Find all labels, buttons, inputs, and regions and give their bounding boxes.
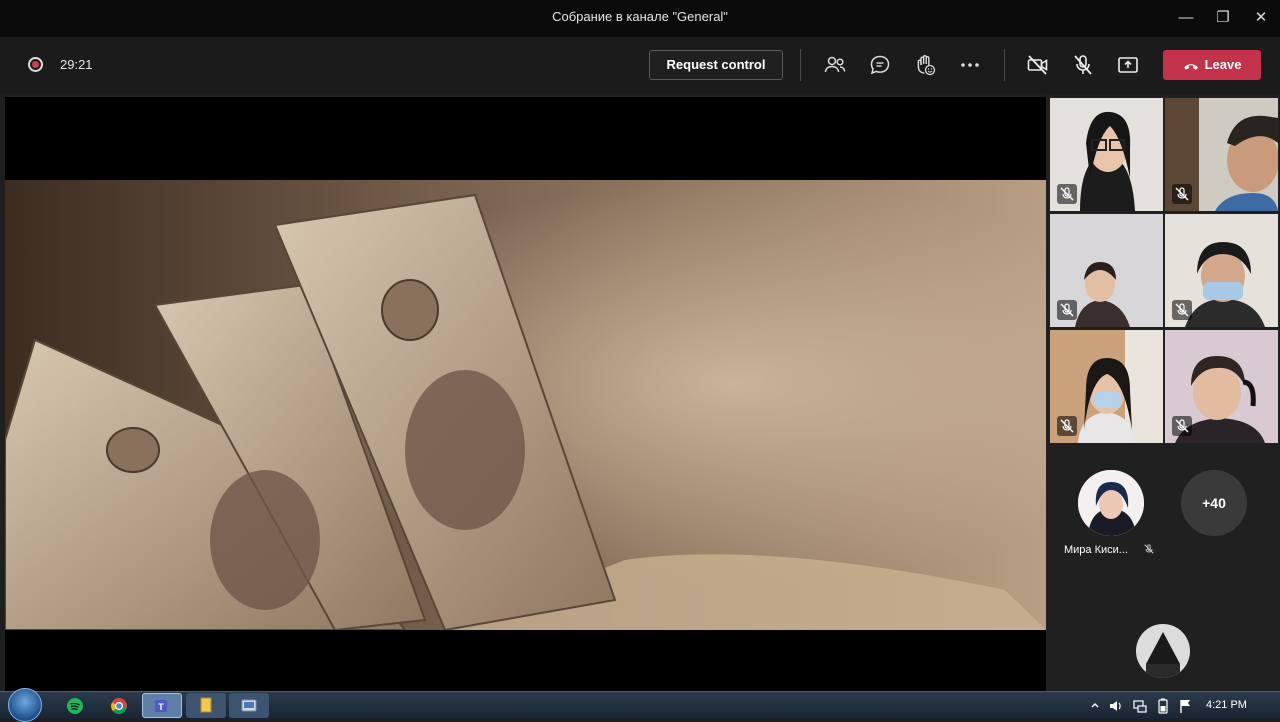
recording-icon	[28, 57, 43, 72]
request-control-button[interactable]: Request control	[649, 50, 783, 80]
mic-off-icon[interactable]	[1071, 53, 1095, 77]
svg-text:T: T	[158, 702, 164, 712]
raise-hand-icon[interactable]	[913, 53, 937, 77]
participant-video-tile[interactable]	[1165, 98, 1278, 211]
explorer-task-button[interactable]	[186, 693, 226, 718]
teams-task-button[interactable]: T	[142, 693, 182, 718]
muted-mic-icon	[1057, 184, 1077, 204]
os-taskbar: T 4:21 PM	[0, 688, 1280, 722]
muted-mic-icon	[1172, 416, 1192, 436]
participants-panel: +40 Мира Киси...	[1046, 94, 1280, 691]
muted-mic-icon	[1172, 300, 1192, 320]
muted-mic-icon	[1172, 184, 1192, 204]
participant-video-tile[interactable]	[1050, 214, 1163, 327]
maximize-icon[interactable]: ❐	[1210, 6, 1236, 30]
battery-icon[interactable]	[1156, 698, 1170, 714]
hang-up-icon	[1183, 63, 1198, 70]
leave-label: Leave	[1204, 57, 1242, 72]
minimize-icon[interactable]: —	[1173, 6, 1199, 30]
window-title: Собрание в канале "General"	[552, 9, 728, 24]
participant-video-tile[interactable]	[1050, 330, 1163, 443]
chrome-icon[interactable]	[110, 697, 128, 715]
app-task-button[interactable]	[229, 693, 269, 718]
action-center-flag-icon[interactable]	[1178, 698, 1194, 714]
volume-icon[interactable]	[1108, 698, 1124, 714]
shared-image-banknotes	[5, 180, 1046, 630]
spotify-icon[interactable]	[66, 697, 84, 715]
title-bar: Собрание в канале "General" — ❐ ✕	[0, 0, 1280, 37]
camera-off-icon[interactable]	[1026, 53, 1050, 77]
muted-mic-icon	[1057, 300, 1077, 320]
show-hidden-icons-icon[interactable]	[1090, 700, 1100, 710]
self-avatar-image	[1136, 624, 1190, 678]
taskbar-clock[interactable]: 4:21 PM	[1206, 699, 1247, 711]
self-avatar[interactable]	[1136, 624, 1190, 678]
meeting-toolbar: 29:21 Request control Leave	[0, 37, 1280, 94]
start-button[interactable]	[8, 688, 42, 722]
share-icon[interactable]	[1116, 53, 1140, 77]
shared-screen	[5, 97, 1046, 691]
participant-video-tile[interactable]	[1165, 330, 1278, 443]
chat-icon[interactable]	[868, 53, 892, 77]
teams-icon: T	[155, 700, 167, 712]
people-icon[interactable]	[823, 53, 847, 77]
participant-name: Мира Киси...	[1064, 544, 1128, 556]
avatar-image	[1078, 470, 1144, 536]
leave-button[interactable]: Leave	[1163, 50, 1261, 80]
more-participants-button[interactable]: +40	[1181, 470, 1247, 536]
app-icon	[241, 699, 257, 712]
more-icon[interactable]	[958, 53, 982, 77]
participant-avatar[interactable]	[1078, 470, 1144, 536]
meeting-timer: 29:21	[60, 57, 93, 72]
participant-video-tile[interactable]	[1165, 214, 1278, 327]
participant-video-tile[interactable]	[1050, 98, 1163, 211]
close-icon[interactable]: ✕	[1248, 6, 1274, 30]
divider	[800, 49, 801, 81]
divider	[1004, 49, 1005, 81]
muted-mic-icon	[1057, 416, 1077, 436]
folder-icon	[200, 697, 212, 713]
muted-mic-icon	[1144, 544, 1154, 554]
network-icon[interactable]	[1132, 698, 1148, 714]
